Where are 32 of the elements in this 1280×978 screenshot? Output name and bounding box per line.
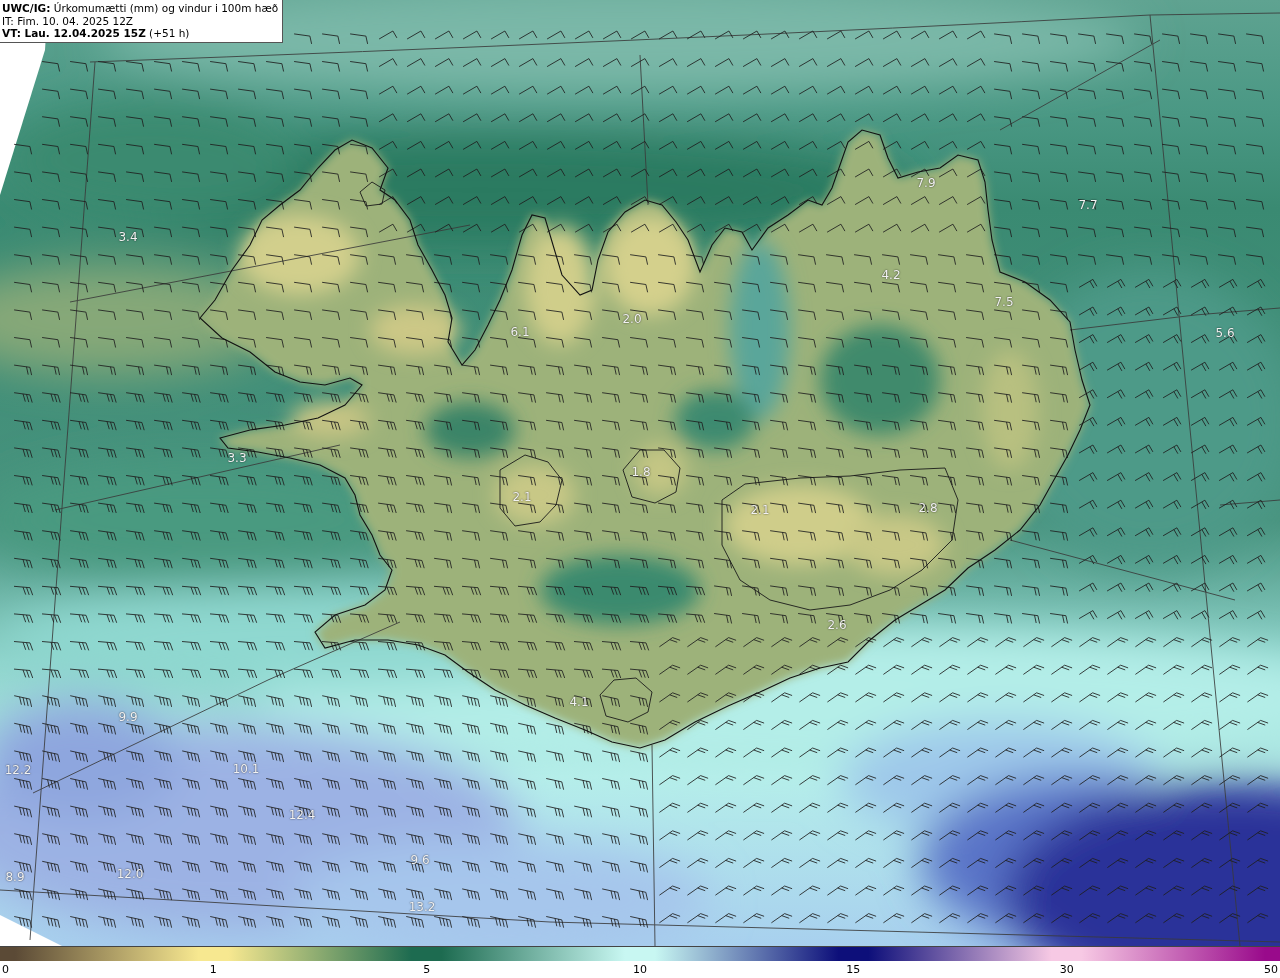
- precipitation-value: 12.4: [288, 808, 316, 822]
- precipitation-value: 10.1: [232, 762, 260, 776]
- precipitation-value: 5.6: [1215, 326, 1235, 340]
- scale-tick-label: 50: [1264, 963, 1278, 976]
- precipitation-value: 4.1: [569, 695, 589, 709]
- valid-time: VT: Lau. 12.04.2025 15Z (+51 h): [2, 27, 191, 40]
- precipitation-value: 9.6: [410, 853, 430, 867]
- map-title: UWC/IG: Úrkomumætti (mm) og vindur i 100m hæð: [2, 2, 279, 15]
- precipitation-value: 2.1: [750, 503, 770, 517]
- scale-tick-label: 1: [209, 963, 217, 976]
- scale-tick-label: 0: [2, 963, 9, 976]
- precipitation-value: 3.4: [118, 230, 138, 244]
- scale-tick-label: 30: [1059, 963, 1074, 976]
- precipitation-value: 12.2: [4, 763, 32, 777]
- precipitation-value: 8.9: [5, 870, 25, 884]
- precipitation-value: 2.6: [827, 618, 847, 632]
- precipitation-value: 4.2: [881, 268, 901, 282]
- precipitation-value: 7.9: [916, 176, 936, 190]
- precipitation-value: 12.0: [116, 867, 144, 881]
- precipitation-value: 7.7: [1078, 198, 1098, 212]
- scale-tick-label: 15: [846, 963, 861, 976]
- precipitation-value: 6.1: [510, 325, 530, 339]
- precipitation-value: 2.0: [622, 312, 642, 326]
- precipitation-value: 1.8: [631, 465, 651, 479]
- scale-tick-label: 10: [633, 963, 647, 976]
- precipitation-value: 13.2: [408, 900, 436, 914]
- issue-time: IT: Fim. 10. 04. 2025 12Z: [2, 14, 134, 27]
- precipitation-value: 2.1: [512, 490, 532, 504]
- scale-tick-label: 5: [423, 963, 431, 976]
- precipitation-value: 7.5: [994, 295, 1014, 309]
- precipitation-value: 3.3: [227, 451, 247, 465]
- precipitation-value: 9.9: [118, 710, 138, 724]
